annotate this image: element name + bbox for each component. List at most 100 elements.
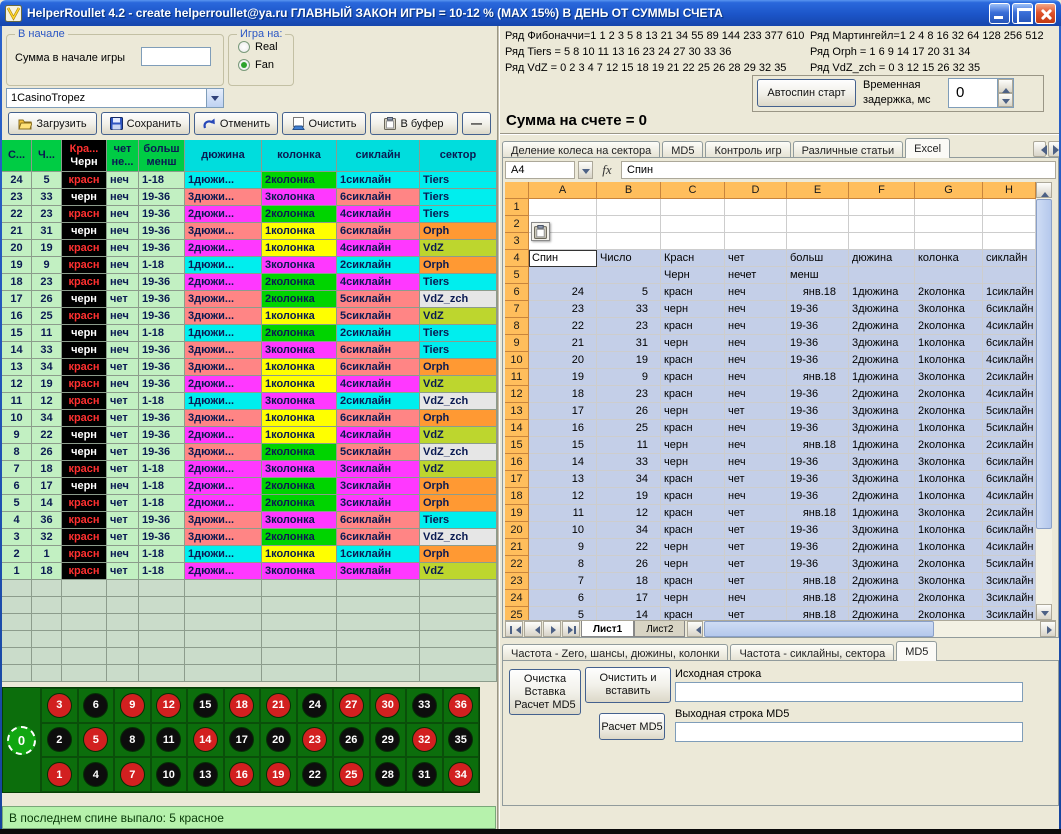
excel-cell-G10[interactable]: 1колонка [915,352,983,369]
excel-row-header-24[interactable]: 24 [505,590,529,607]
board-cell[interactable]: 18 [224,688,261,723]
freq-tab-1[interactable]: Частота - Zero, шансы, дюжины, колонки [502,644,728,661]
board-cell[interactable]: 5 [78,723,115,758]
excel-col-header-C[interactable]: C [661,182,725,199]
board-number-28[interactable]: 28 [375,762,400,787]
excel-cell-A25[interactable]: 5 [529,607,597,620]
excel-cell-G13[interactable]: 2колонка [915,403,983,420]
board-cell[interactable]: 24 [297,688,334,723]
board-cell[interactable]: 20 [260,723,297,758]
excel-cell-D14[interactable]: неч [725,420,787,437]
excel-cell-B23[interactable]: 18 [597,573,661,590]
name-box-dropdown-icon[interactable] [578,161,593,179]
excel-cell-C13[interactable]: черн [661,403,725,420]
excel-cell-C4[interactable]: Красн [661,250,725,267]
main-tab-4[interactable]: Различные статьи [793,141,904,158]
excel-cell-D9[interactable]: неч [725,335,787,352]
board-cell[interactable]: 33 [406,688,443,723]
sheet-nav-last-icon[interactable] [562,621,580,637]
excel-cell-G23[interactable]: 3колонка [915,573,983,590]
main-tab-3[interactable]: Контроль игр [705,141,790,158]
board-cell[interactable]: 23 [297,723,334,758]
excel-cell-D7[interactable]: неч [725,301,787,318]
board-number-23[interactable]: 23 [302,727,327,752]
excel-cell-E25[interactable]: янв.18 [787,607,849,620]
excel-cell-G2[interactable] [915,216,983,233]
excel-cell-A8[interactable]: 22 [529,318,597,335]
excel-cell-D6[interactable]: неч [725,284,787,301]
excel-row-header-5[interactable]: 5 [505,267,529,284]
minimize-button[interactable] [989,3,1010,24]
maximize-button[interactable] [1012,3,1033,24]
board-number-29[interactable]: 29 [375,727,400,752]
excel-cell-B19[interactable]: 12 [597,505,661,522]
excel-cell-A19[interactable]: 11 [529,505,597,522]
excel-row-header-8[interactable]: 8 [505,318,529,335]
board-cell[interactable]: 28 [370,757,407,792]
spinner-up-button[interactable] [998,79,1013,93]
excel-cell-G22[interactable]: 2колонка [915,556,983,573]
excel-cell-E12[interactable]: 19-36 [787,386,849,403]
excel-cell-E20[interactable]: 19-36 [787,522,849,539]
excel-cell-B15[interactable]: 11 [597,437,661,454]
spinner-down-button[interactable] [998,93,1013,107]
excel-cell-B5[interactable] [597,267,661,284]
excel-cell-A18[interactable]: 12 [529,488,597,505]
board-number-3[interactable]: 3 [47,693,72,718]
excel-cell-F15[interactable]: 1дюжина [849,437,915,454]
freq-tab-2[interactable]: Частота - сиклайны, сектора [730,644,894,661]
excel-cell-A17[interactable]: 13 [529,471,597,488]
excel-cell-F17[interactable]: 3дюжина [849,471,915,488]
excel-col-header-F[interactable]: F [849,182,915,199]
start-sum-input[interactable] [141,47,211,66]
excel-row-header-10[interactable]: 10 [505,352,529,369]
excel-cell-F3[interactable] [849,233,915,250]
excel-cell-F22[interactable]: 3дюжина [849,556,915,573]
excel-cell-G4[interactable]: колонка [915,250,983,267]
board-cell[interactable]: 3 [41,688,78,723]
formula-input[interactable]: Спин [621,161,1056,179]
board-number-34[interactable]: 34 [448,762,473,787]
excel-cell-H14[interactable]: 5сиклайн [983,420,1036,437]
excel-cell-H3[interactable] [983,233,1036,250]
board-cell[interactable]: 34 [443,757,480,792]
excel-cell-C19[interactable]: красн [661,505,725,522]
board-cell[interactable]: 19 [260,757,297,792]
excel-cell-A16[interactable]: 14 [529,454,597,471]
excel-row-header-21[interactable]: 21 [505,539,529,556]
excel-cell-F24[interactable]: 2дюжина [849,590,915,607]
excel-cell-H16[interactable]: 6сиклайн [983,454,1036,471]
board-number-0[interactable]: 0 [7,726,36,755]
excel-cell-G20[interactable]: 1колонка [915,522,983,539]
board-cell[interactable]: 26 [333,723,370,758]
tab-scroll-left-icon[interactable] [1033,141,1046,157]
excel-cell-D4[interactable]: чет [725,250,787,267]
excel-cell-C7[interactable]: черн [661,301,725,318]
excel-cell-H13[interactable]: 5сиклайн [983,403,1036,420]
main-tab-5[interactable]: Excel [905,138,950,158]
excel-cell-H10[interactable]: 4сиклайн [983,352,1036,369]
excel-cell-C16[interactable]: черн [661,454,725,471]
freq-tab-3[interactable]: MD5 [896,641,937,661]
excel-cell-H15[interactable]: 2сиклайн [983,437,1036,454]
excel-cell-B18[interactable]: 19 [597,488,661,505]
excel-cell-G25[interactable]: 2колонка [915,607,983,620]
scroll-right-icon[interactable] [1040,621,1056,637]
board-cell[interactable]: 14 [187,723,224,758]
excel-cell-A12[interactable]: 18 [529,386,597,403]
collapse-button[interactable]: — [462,112,491,135]
excel-cell-A24[interactable]: 6 [529,590,597,607]
board-cell[interactable]: 12 [151,688,188,723]
radio-option-fan[interactable]: Fan [238,59,293,71]
excel-cell-H4[interactable]: сиклайн [983,250,1036,267]
excel-cell-B14[interactable]: 25 [597,420,661,437]
board-cell[interactable]: 7 [114,757,151,792]
excel-cell-D25[interactable]: чет [725,607,787,620]
board-number-10[interactable]: 10 [156,762,181,787]
excel-cell-H5[interactable] [983,267,1036,284]
excel-cell-B20[interactable]: 34 [597,522,661,539]
cell-name-box[interactable]: A4 [505,161,575,179]
excel-cell-F21[interactable]: 2дюжина [849,539,915,556]
excel-cell-E19[interactable]: янв.18 [787,505,849,522]
excel-cell-C5[interactable]: Черн [661,267,725,284]
